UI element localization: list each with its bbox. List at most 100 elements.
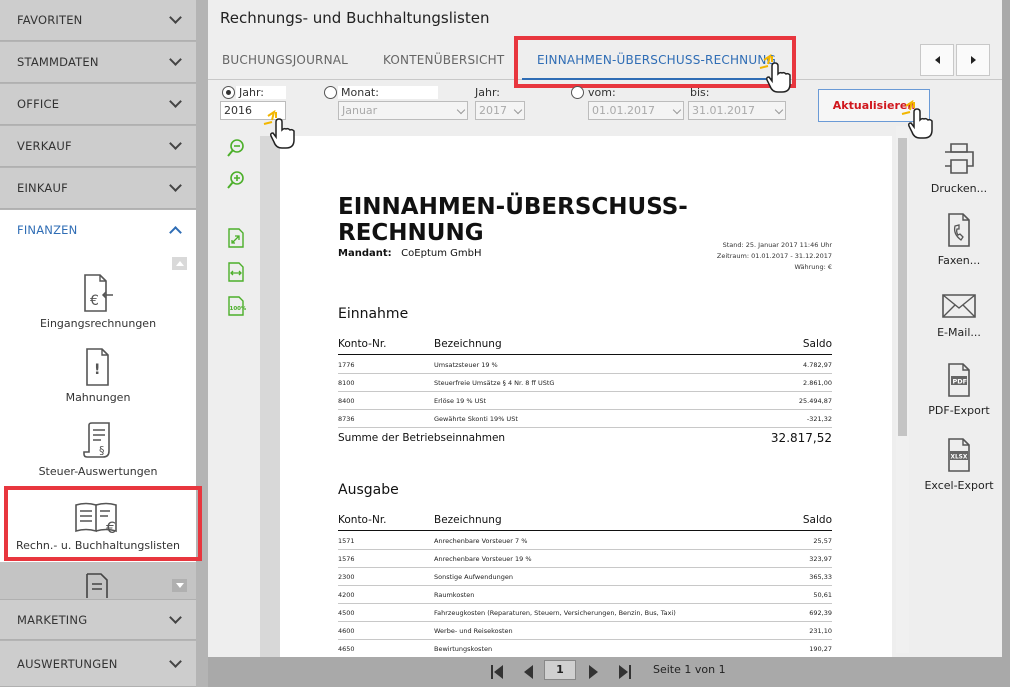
sidebar-section-einkauf[interactable]: EINKAUF	[0, 168, 196, 209]
mandant-line: Mandant: CoEptum GmbH	[338, 248, 481, 259]
table-row: 1576 Anrechenbare Vorsteuer 19 % 323,97	[338, 550, 832, 568]
monat-select[interactable]: Januar	[338, 101, 468, 120]
chevron-down-icon	[169, 11, 182, 24]
svg-text:§: §	[99, 444, 105, 457]
email-button[interactable]: E-Mail...	[908, 292, 1010, 339]
table-row: 2300 Sonstige Aufwendungen 365,33	[338, 568, 832, 586]
chevron-down-icon	[169, 137, 182, 150]
section-label: STAMMDATEN	[17, 55, 99, 69]
bis-date-picker[interactable]: 31.01.2017	[688, 101, 786, 120]
monat-jahr-label: Jahr:	[475, 86, 500, 99]
pdf-export-button[interactable]: PDF PDF-Export	[908, 362, 1010, 417]
main-panel: Rechnungs- und Buchhaltungslisten BUCHUN…	[208, 0, 1002, 657]
table-row: 8100 Steuerfreie Umsätze § 4 Nr. 8 ff USt…	[338, 374, 832, 392]
action-label: Faxen...	[937, 254, 981, 267]
printer-icon	[945, 143, 974, 174]
column-header-bezeichnung: Bezeichnung	[434, 338, 502, 350]
tab-buchungsjournal[interactable]: BUCHUNGSJOURNAL	[222, 53, 348, 67]
zoom-100-icon[interactable]: 100%	[226, 296, 246, 316]
email-icon	[942, 294, 976, 318]
svg-text:!: !	[94, 362, 100, 378]
action-label: PDF-Export	[928, 404, 990, 417]
column-header-konto: Konto-Nr.	[338, 514, 387, 526]
sidebar-item-mahnungen[interactable]: ! Mahnungen	[0, 336, 196, 410]
chevron-down-icon	[169, 654, 182, 668]
tab-scroll-left-button[interactable]	[920, 44, 954, 76]
next-page-icon[interactable]	[588, 664, 600, 680]
fax-button[interactable]: Faxen...	[908, 212, 1010, 267]
action-label: E-Mail...	[937, 326, 981, 339]
highlight-frame	[4, 486, 202, 561]
submenu-scroll-down-button[interactable]	[172, 579, 187, 592]
previous-page-icon[interactable]	[522, 664, 534, 680]
section-label: AUSWERTUNGEN	[17, 656, 118, 671]
radio-jahr[interactable]	[222, 86, 235, 99]
sidebar-item-steuer-auswertungen[interactable]: § Steuer-Auswertungen	[0, 410, 196, 484]
radio-zeitraum[interactable]	[571, 86, 584, 99]
xlsx-badge: XLSX	[951, 454, 968, 460]
pdf-export-icon: PDF	[948, 363, 970, 397]
excel-export-icon: XLSX	[948, 438, 970, 472]
report-waehrung: Währung: €	[794, 263, 832, 271]
header-divider	[338, 354, 832, 355]
monat-jahr-select[interactable]: 2017	[475, 101, 525, 120]
submenu-overflow-item	[0, 562, 196, 599]
mandant-value: CoEptum GmbH	[401, 248, 482, 259]
excel-export-button[interactable]: XLSX Excel-Export	[908, 437, 1010, 492]
pdf-badge: PDF	[953, 378, 968, 386]
hand-cursor-icon	[263, 110, 295, 149]
sidebar-section-marketing[interactable]: MARKETING	[0, 599, 196, 640]
sidebar-section-verkauf[interactable]: VERKAUF	[0, 126, 196, 167]
hand-cursor-icon	[759, 54, 791, 93]
chevron-down-icon	[169, 179, 182, 192]
sidebar-item-label: Eingangsrechnungen	[39, 317, 157, 330]
monat-select-value: Januar	[342, 104, 378, 117]
first-page-icon[interactable]	[490, 664, 504, 680]
table-row: 4500 Fahrzeugkosten (Reparaturen, Steuern…	[338, 604, 832, 622]
sidebar-section-stammdaten[interactable]: STAMMDATEN	[0, 42, 196, 83]
chevron-up-icon	[169, 225, 182, 239]
table-row: 4650 Bewirtungskosten 190,27	[338, 640, 832, 657]
chevron-down-icon	[169, 53, 182, 66]
fit-page-icon[interactable]	[226, 228, 246, 248]
sum-row: Summe der Betriebseinnahmen 32.817,52	[338, 431, 832, 450]
bis-label: bis:	[690, 86, 710, 99]
section-label: VERKAUF	[17, 139, 72, 153]
scrollbar-thumb[interactable]	[898, 138, 907, 436]
last-page-icon[interactable]	[618, 664, 632, 680]
sidebar-section-finanzen[interactable]: FINANZEN	[0, 210, 196, 250]
monat-jahr-select-value: 2017	[479, 104, 507, 117]
page-number-input[interactable]: 1	[544, 660, 576, 680]
section-label: OFFICE	[17, 97, 60, 111]
section-label: MARKETING	[17, 612, 88, 627]
page-title: Rechnungs- und Buchhaltungslisten	[220, 9, 490, 27]
report-zeitraum: Zeitraum: 01.01.2017 - 31.12.2017	[716, 252, 832, 260]
sidebar-section-favoriten[interactable]: FAVORITEN	[0, 0, 196, 41]
sum-value: 32.817,52	[770, 431, 832, 445]
mandant-label: Mandant:	[338, 248, 392, 259]
sidebar-item-label: Steuer-Auswertungen	[38, 465, 158, 478]
section-title-einnahme: Einnahme	[338, 306, 409, 322]
svg-text:100%: 100%	[230, 306, 247, 312]
zoom-in-icon[interactable]	[226, 170, 246, 190]
radio-monat[interactable]	[324, 86, 337, 99]
sidebar-section-office[interactable]: OFFICE	[0, 84, 196, 125]
header-divider	[338, 530, 832, 531]
table-row: 4600 Werbe- und Reisekosten 231,10	[338, 622, 832, 640]
vom-date-picker[interactable]: 01.01.2017	[588, 101, 684, 120]
section-title-ausgabe: Ausgabe	[338, 482, 399, 498]
sum-label: Summe der Betriebseinnahmen	[338, 432, 506, 444]
sidebar-section-auswertungen[interactable]: AUSWERTUNGEN	[0, 641, 196, 687]
zoom-out-icon[interactable]	[226, 138, 246, 158]
pager: 1 Seite 1 von 1	[208, 657, 1002, 687]
fit-width-icon[interactable]	[226, 262, 246, 282]
print-button[interactable]: Drucken...	[908, 140, 1010, 195]
report-title-line2: RECHNUNG	[338, 220, 484, 246]
section-label: FAVORITEN	[17, 13, 83, 27]
table-row: 1776 Umsatzsteuer 19 % 4.782,97	[338, 356, 832, 374]
tab-scroll-right-button[interactable]	[956, 44, 990, 76]
sidebar-item-eingangsrechnungen[interactable]: € Eingangsrechnungen	[0, 262, 196, 336]
tab-kontenuebersicht[interactable]: KONTENÜBERSICHT	[383, 53, 504, 67]
section-label: FINANZEN	[17, 223, 78, 237]
tax-report-icon: §	[83, 422, 110, 458]
